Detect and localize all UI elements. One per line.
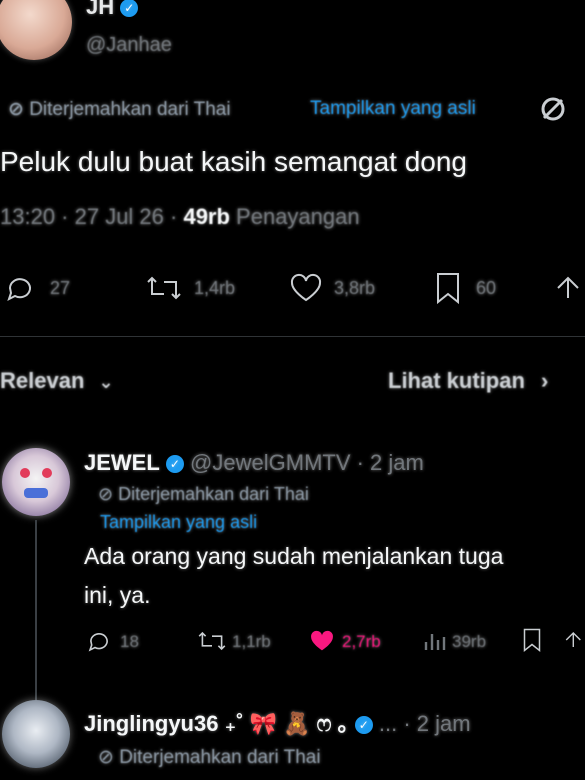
translated-from-label: Diterjemahkan dari Thai [29,99,231,120]
reply-header: Jinglingyu36 ₊˚ 🎀 🧸 ෆ ｡ ✓ ... · 2 jam [84,706,471,738]
like-icon-filled[interactable] [308,628,336,654]
author-display-name[interactable]: JH [86,0,114,19]
views-count: 49rb [183,204,230,229]
tweet-timestamp[interactable]: 13:20 · 27 Jul 26 · [0,204,183,229]
reply-avatar[interactable] [2,700,70,768]
share-icon[interactable] [552,270,585,306]
chevron-down-icon: ⌄ [98,372,114,392]
reply-translation-row: ⊘ Diterjemahkan dari Thai [98,484,309,505]
sort-dropdown[interactable]: Relevan ⌄ [0,368,114,394]
show-original-link[interactable]: Tampilkan yang asli [310,98,476,120]
views-chart-icon[interactable] [422,628,446,654]
bookmark-icon[interactable] [520,626,544,654]
show-original-link[interactable]: Tampilkan yang asli [100,512,257,533]
translate-globe-icon: ⊘ [98,484,114,504]
reply-handle-time[interactable]: @JewelGMMTV · 2 jam [190,450,424,475]
reply-display-name[interactable]: JEWEL [84,450,160,475]
reply-header: JEWEL ✓ @JewelGMMTV · 2 jam [84,450,424,476]
view-quotes-link[interactable]: Lihat kutipan › [388,368,548,394]
thread-line [35,520,37,705]
author-avatar[interactable] [0,0,72,60]
bookmark-count: 60 [476,278,497,298]
translated-from-label: Diterjemahkan dari Thai [119,747,321,768]
retweet-count: 1,1rb [232,632,271,651]
author-handle[interactable]: @Janhae [86,34,172,57]
retweet-count: 1,4rb [194,278,236,298]
reply-text-line2: ini, ya. [84,582,151,608]
view-quotes-label[interactable]: Lihat kutipan [388,368,525,393]
views-label: Penayangan [229,204,360,229]
reply-icon[interactable] [86,628,112,654]
reply-count: 27 [50,278,71,298]
tweet-meta: 13:20 · 27 Jul 26 · 49rb Penayangan [0,204,360,230]
reply-count: 18 [120,632,139,651]
reply-handle-time[interactable]: ... · 2 jam [379,711,471,736]
like-icon[interactable] [288,272,324,304]
translate-globe-icon: ⊘ [98,747,114,768]
grok-icon[interactable] [540,96,566,122]
author-name-row[interactable]: JH ✓ [86,0,139,20]
share-icon[interactable] [562,626,585,654]
translated-from-label: Diterjemahkan dari Thai [118,484,309,504]
reply-display-name[interactable]: Jinglingyu36 ₊˚ 🎀 🧸 ෆ ｡ [84,711,349,736]
verified-badge-icon: ✓ [120,0,139,18]
translation-row: ⊘ Diterjemahkan dari Thai [8,98,231,121]
retweet-icon[interactable] [196,628,228,654]
chevron-right-icon: › [541,368,549,393]
reply-icon[interactable] [4,272,38,304]
retweet-icon[interactable] [144,272,184,304]
verified-badge-icon: ✓ [354,716,373,735]
like-count: 2,7rb [342,632,381,651]
bookmark-icon[interactable] [432,270,464,306]
translate-globe-icon: ⊘ [8,99,24,120]
tweet-text: Peluk dulu buat kasih semangat dong [0,146,467,177]
divider [0,336,585,337]
sort-label[interactable]: Relevan [0,368,84,393]
reply-translation-row: ⊘ Diterjemahkan dari Thai [98,746,321,769]
reply-avatar[interactable] [2,448,70,516]
views-count: 39rb [452,632,487,651]
reply-text-line1: Ada orang yang sudah menjalankan tuga [84,543,504,569]
verified-badge-icon: ✓ [165,455,184,474]
like-count: 3,8rb [334,278,376,298]
